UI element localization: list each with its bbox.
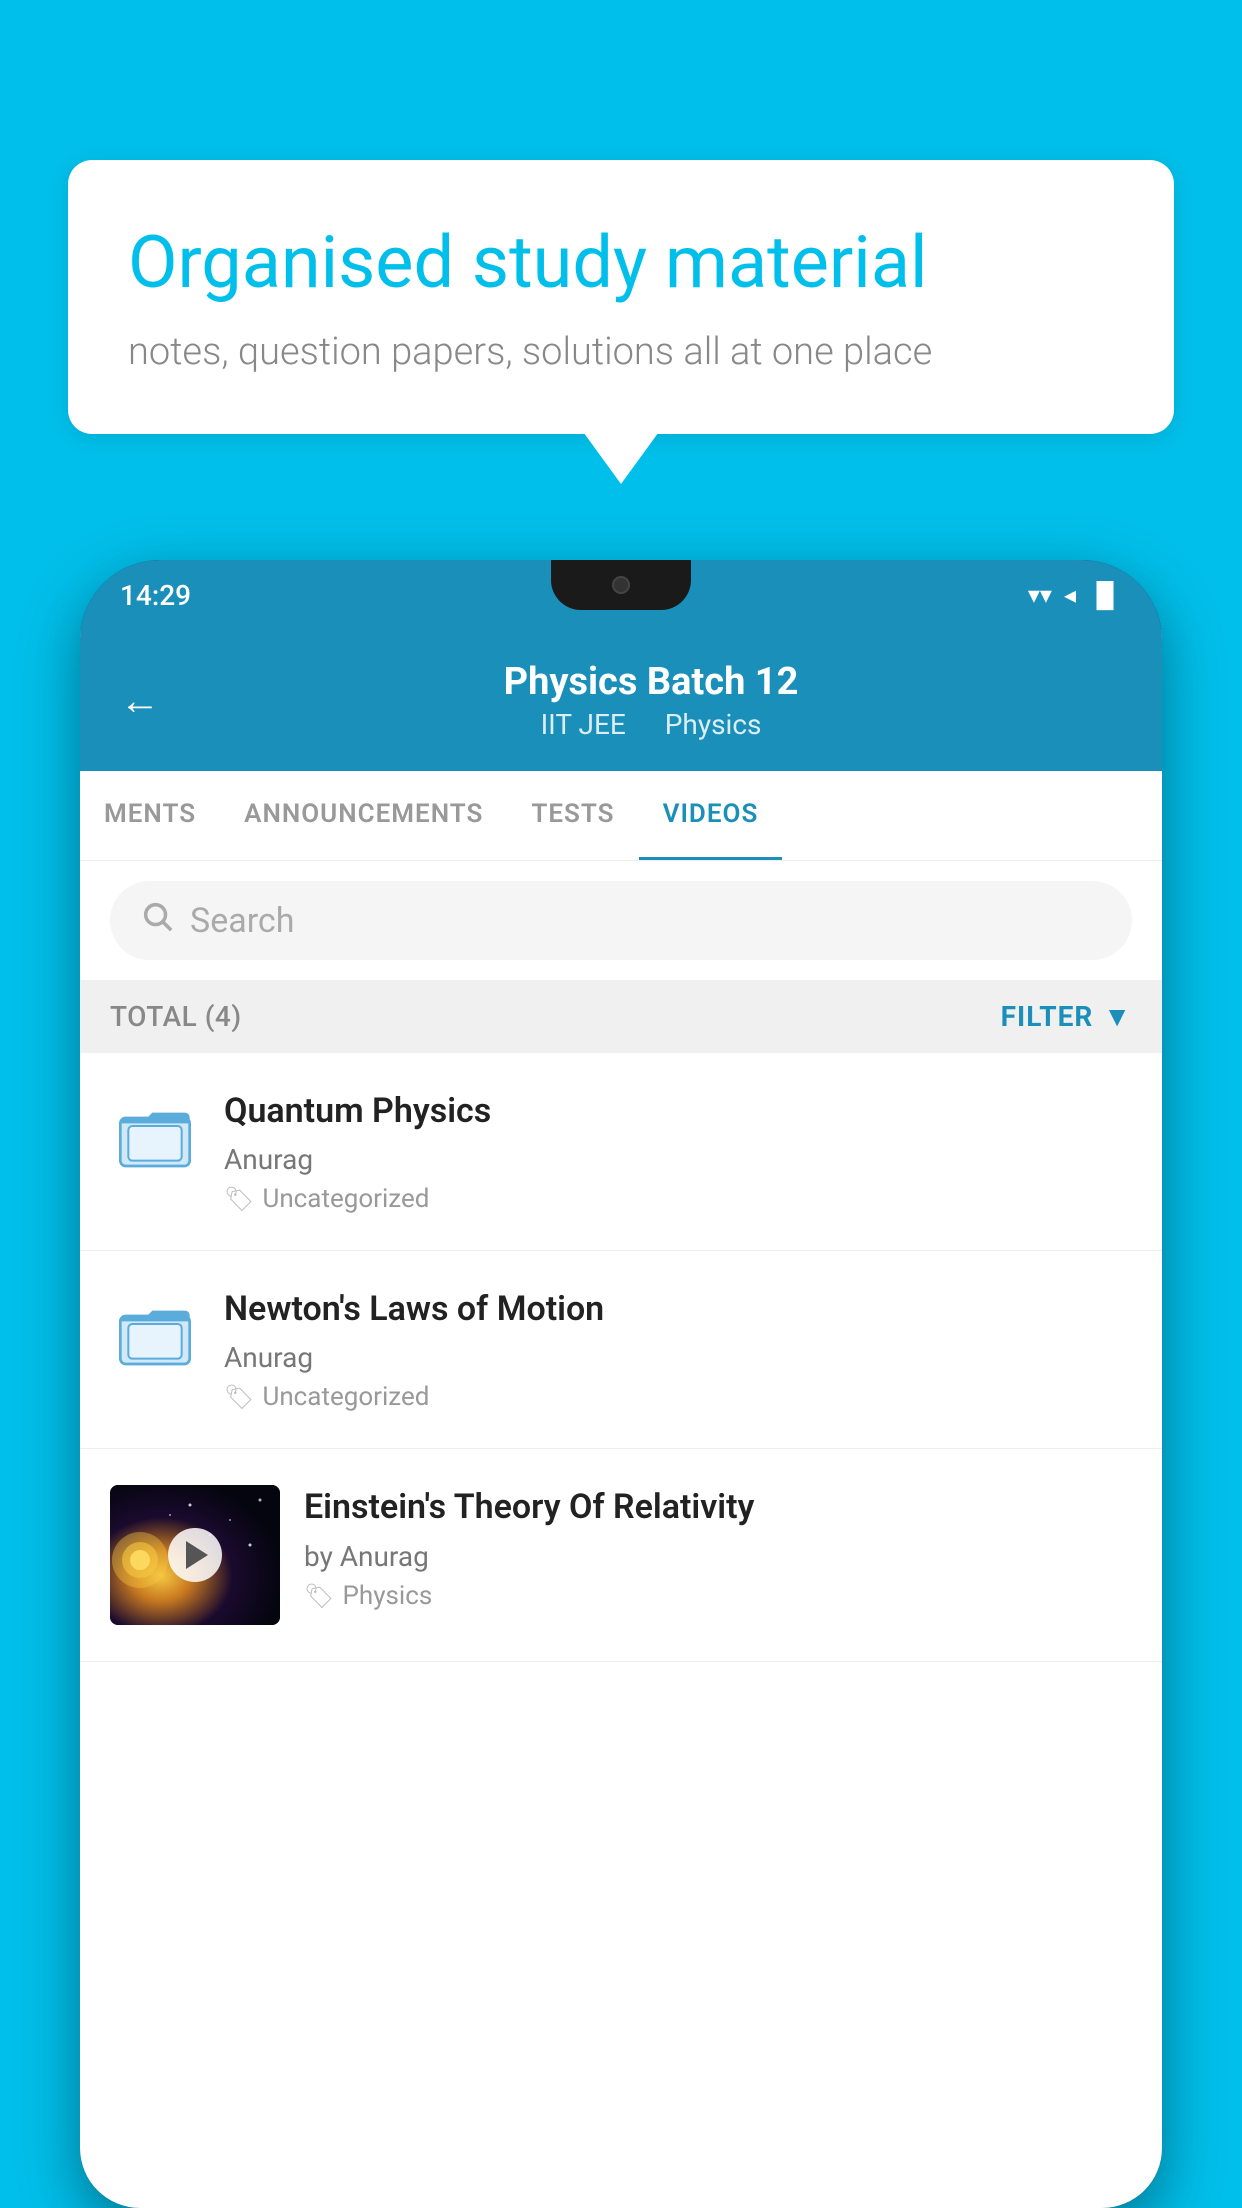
filter-label: FILTER [1001,1000,1094,1033]
video-info: Einstein's Theory Of Relativity by Anura… [304,1485,1132,1610]
video-thumbnail [110,1485,280,1625]
battery-icon: ▐▌ [1088,581,1122,610]
list-item[interactable]: Einstein's Theory Of Relativity by Anura… [80,1449,1162,1662]
speech-bubble-title: Organised study material [128,220,1114,306]
video-tag: 🏷 Physics [304,1581,1132,1611]
subtitle-iitjee: IIT JEE [541,708,626,741]
folder-icon [115,1094,195,1174]
folder-icon-container [110,1089,200,1179]
search-container: Search [80,861,1162,980]
notch [551,560,691,610]
back-button[interactable]: ← [120,677,160,724]
speech-bubble-container: Organised study material notes, question… [68,160,1174,434]
filter-button[interactable]: FILTER ▼ [1001,1000,1132,1033]
video-list: Quantum Physics Anurag 🏷 Uncategorized [80,1053,1162,1662]
tab-videos[interactable]: VIDEOS [639,771,783,860]
tag-text: Uncategorized [262,1382,429,1412]
video-tag: 🏷 Uncategorized [224,1184,1132,1214]
tag-icon: 🏷 [224,1185,254,1213]
phone-frame: 14:29 ▾▾ ◂ ▐▌ ← Physics Batch 12 IIT JEE… [80,560,1162,2208]
filter-bar: TOTAL (4) FILTER ▼ [80,980,1162,1053]
filter-icon: ▼ [1103,1000,1132,1033]
list-item[interactable]: Quantum Physics Anurag 🏷 Uncategorized [80,1053,1162,1251]
video-title: Einstein's Theory Of Relativity [304,1485,1132,1529]
search-icon [140,899,174,942]
video-info: Newton's Laws of Motion Anurag 🏷 Uncateg… [224,1287,1132,1412]
header-title-area: Physics Batch 12 IIT JEE Physics [180,660,1122,741]
list-item[interactable]: Newton's Laws of Motion Anurag 🏷 Uncateg… [80,1251,1162,1449]
video-tag: 🏷 Uncategorized [224,1382,1132,1412]
subtitle-physics: Physics [665,708,762,741]
app-header: ← Physics Batch 12 IIT JEE Physics [80,630,1162,771]
phone-screen: ← Physics Batch 12 IIT JEE Physics MENTS… [80,630,1162,2208]
folder-icon-container [110,1287,200,1377]
header-subtitle: IIT JEE Physics [180,708,1122,741]
tab-ments[interactable]: MENTS [80,771,220,860]
play-triangle-icon [186,1541,208,1569]
video-author: Anurag [224,1341,1132,1374]
video-author: Anurag [224,1143,1132,1176]
status-bar: 14:29 ▾▾ ◂ ▐▌ [80,560,1162,630]
video-title: Newton's Laws of Motion [224,1287,1132,1331]
video-info: Quantum Physics Anurag 🏷 Uncategorized [224,1089,1132,1214]
total-count-label: TOTAL (4) [110,1000,242,1033]
video-author: by Anurag [304,1540,1132,1573]
tag-text: Uncategorized [262,1184,429,1214]
status-icons: ▾▾ ◂ ▐▌ [1028,581,1122,610]
header-title: Physics Batch 12 [180,660,1122,704]
search-placeholder-text: Search [190,901,294,941]
tabs-bar: MENTS ANNOUNCEMENTS TESTS VIDEOS [80,771,1162,861]
tab-tests[interactable]: TESTS [507,771,638,860]
wifi-icon: ▾▾ [1028,581,1052,609]
tag-text: Physics [342,1581,432,1611]
folder-icon [115,1292,195,1372]
video-title: Quantum Physics [224,1089,1132,1133]
tag-icon: 🏷 [304,1582,334,1610]
tab-announcements[interactable]: ANNOUNCEMENTS [220,771,507,860]
tag-icon: 🏷 [224,1383,254,1411]
speech-bubble: Organised study material notes, question… [68,160,1174,434]
signal-icon: ◂ [1064,581,1076,609]
play-button-overlay[interactable] [168,1528,222,1582]
search-input-wrapper[interactable]: Search [110,881,1132,960]
speech-bubble-subtitle: notes, question papers, solutions all at… [128,330,1114,374]
camera [612,576,630,594]
status-time: 14:29 [120,579,191,612]
